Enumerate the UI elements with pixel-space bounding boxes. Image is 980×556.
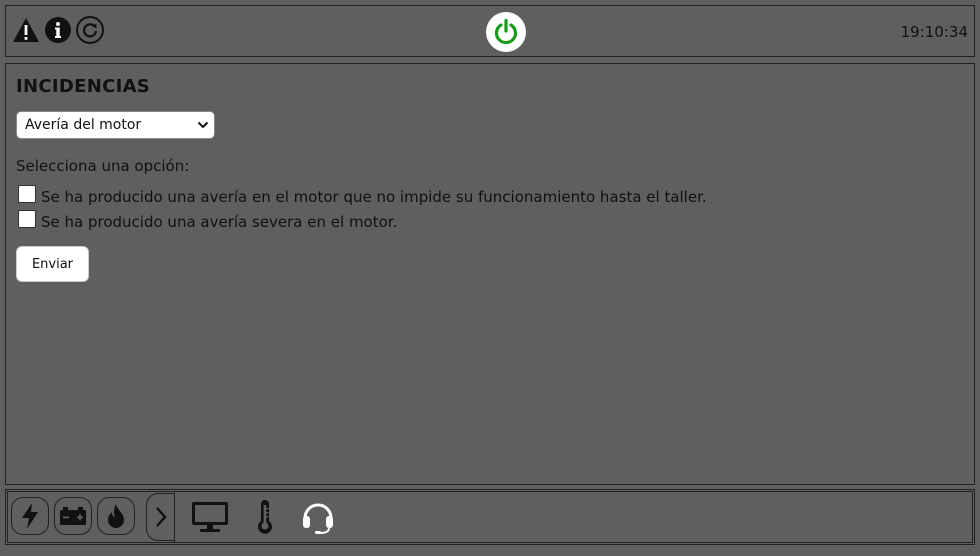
fuel-button[interactable] xyxy=(97,497,135,535)
expand-toolbar-button[interactable] xyxy=(146,493,175,541)
bottom-bar xyxy=(5,489,975,545)
divider xyxy=(174,491,175,542)
battery-icon xyxy=(60,507,86,525)
refresh-icon[interactable] xyxy=(76,16,104,44)
option-row: Se ha producido una avería en el motor q… xyxy=(18,185,707,206)
headset-icon xyxy=(303,503,333,534)
page-title: INCIDENCIAS xyxy=(16,76,151,97)
warning-icon[interactable] xyxy=(12,16,40,44)
temperature-button[interactable] xyxy=(246,499,284,535)
option-checkbox[interactable] xyxy=(18,185,36,203)
incidents-panel: INCIDENCIAS Avería del motor Selecciona … xyxy=(5,63,975,485)
flame-icon xyxy=(108,504,124,528)
info-icon[interactable] xyxy=(44,16,72,44)
power-status-button[interactable] xyxy=(11,497,49,535)
option-label: Se ha producido una avería severa en el … xyxy=(41,213,398,231)
monitor-button[interactable] xyxy=(191,499,229,535)
lightning-icon xyxy=(22,503,38,529)
option-label: Se ha producido una avería en el motor q… xyxy=(41,188,707,206)
option-row: Se ha producido una avería severa en el … xyxy=(18,210,398,231)
monitor-icon xyxy=(192,502,228,532)
chevron-down-icon xyxy=(197,118,209,136)
chevron-right-icon xyxy=(156,507,167,527)
power-icon xyxy=(494,18,518,45)
select-value: Avería del motor xyxy=(25,117,142,133)
send-button[interactable]: Enviar xyxy=(16,246,89,282)
power-button[interactable] xyxy=(486,12,526,52)
options-prompt: Selecciona una opción: xyxy=(16,157,190,175)
incident-type-select[interactable]: Avería del motor xyxy=(16,111,215,139)
top-bar: 19:10:34 xyxy=(5,5,975,57)
support-button[interactable] xyxy=(299,499,337,535)
top-icon-group xyxy=(12,16,104,44)
option-checkbox[interactable] xyxy=(18,210,36,228)
clock: 19:10:34 xyxy=(900,23,968,41)
battery-button[interactable] xyxy=(54,497,92,535)
thermometer-icon xyxy=(258,500,272,534)
